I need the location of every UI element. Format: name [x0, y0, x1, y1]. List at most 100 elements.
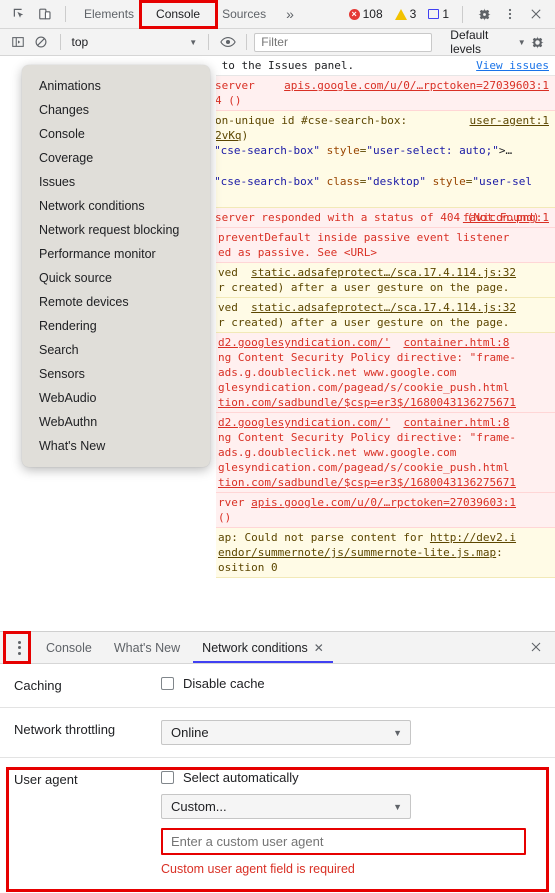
- select-automatically-label: Select automatically: [183, 770, 299, 785]
- message-count: 1: [442, 7, 449, 21]
- menu-item-network-request-blocking[interactable]: Network request blocking: [22, 218, 210, 242]
- tab-console[interactable]: Console: [145, 0, 211, 28]
- close-icon[interactable]: ✕: [314, 641, 324, 655]
- devtools-main-toolbar: Elements Console Sources » × 108 3 1: [0, 0, 555, 29]
- menu-item-whats-new[interactable]: What's New: [22, 434, 210, 458]
- user-agent-select[interactable]: Custom... ▼: [161, 794, 411, 819]
- console-row-source[interactable]: container.html:8: [403, 336, 509, 349]
- user-agent-select-value: Custom...: [171, 799, 227, 814]
- filter-divider-3: [246, 34, 248, 50]
- console-row-source[interactable]: apis.google.com/u/0/…rpctoken=27039603:1: [284, 78, 549, 108]
- disable-cache-checkbox[interactable]: [161, 677, 174, 690]
- console-row-line-2: endor/summernote/js/summernote-lite.js.m…: [218, 546, 503, 559]
- tab-console-label: Console: [156, 7, 201, 21]
- console-row-source[interactable]: static.adsafeprotect…/sca.17.4.114.js:32: [251, 266, 516, 279]
- console-sidebar-icon[interactable]: [6, 30, 29, 54]
- menu-item-console[interactable]: Console: [22, 122, 210, 146]
- inspect-cursor-icon[interactable]: [6, 2, 32, 26]
- filter-input[interactable]: [254, 32, 433, 52]
- tab-elements-label: Elements: [84, 7, 135, 21]
- menu-item-issues[interactable]: Issues: [22, 170, 210, 194]
- console-row-source[interactable]: favicon.png:1: [463, 210, 549, 225]
- error-counter[interactable]: × 108: [345, 6, 388, 22]
- menu-item-quick-source[interactable]: Quick source: [22, 266, 210, 290]
- network-throttling-value: Online: [171, 725, 209, 740]
- console-row-line-5: tion.com/sadbundle/$csp=er3$/16800431362…: [218, 476, 517, 489]
- menu-item-remote-devices[interactable]: Remote devices: [22, 290, 210, 314]
- error-icon: ×: [348, 8, 360, 20]
- menu-item-changes[interactable]: Changes: [22, 98, 210, 122]
- chevron-down-icon: ▼: [393, 801, 402, 812]
- menu-item-sensors[interactable]: Sensors: [22, 362, 210, 386]
- menu-item-webaudio[interactable]: WebAudio: [22, 386, 210, 410]
- console-row-line-4: glesyndication.com/pagead/s/cookie_push.…: [218, 461, 510, 474]
- console-row-line-2: ng Content Security Policy directive: "f…: [218, 431, 517, 444]
- more-tabs-label: »: [286, 6, 294, 22]
- console-row-line-3: ads.g.doubleclick.net www.google.com: [218, 446, 457, 459]
- caching-row: Caching Disable cache: [0, 664, 555, 708]
- gear-icon[interactable]: [471, 2, 497, 26]
- menu-item-coverage[interactable]: Coverage: [22, 146, 210, 170]
- select-automatically-control[interactable]: Select automatically: [161, 770, 555, 785]
- console-row-line: ved static.adsafeprotect…/sca.17.4.114.j…: [218, 266, 517, 279]
- menu-item-search[interactable]: Search: [22, 338, 210, 362]
- device-toolbar-icon[interactable]: [32, 2, 58, 26]
- tab-sources[interactable]: Sources: [211, 0, 277, 28]
- issue-counters: × 108 3 1: [345, 6, 454, 22]
- console-row-line-5: tion.com/sadbundle/$csp=er3$/16800431362…: [218, 396, 517, 409]
- more-tabs-button[interactable]: »: [277, 0, 303, 28]
- custom-user-agent-input[interactable]: [161, 828, 526, 855]
- drawer-tab-console[interactable]: Console: [35, 632, 103, 663]
- message-icon: [428, 9, 440, 19]
- console-row-text: preventDefault inside passive event list…: [218, 231, 510, 244]
- toolbar-divider: [65, 6, 66, 22]
- console-row-line: d2.googlesyndication.com/' container.htm…: [218, 336, 510, 349]
- execution-context-selector[interactable]: top ▼: [68, 35, 202, 49]
- console-message-list[interactable]: Some messages have been moved to the Iss…: [0, 56, 555, 631]
- drawer-tab-whats-new[interactable]: What's New: [103, 632, 191, 663]
- menu-item-rendering[interactable]: Rendering: [22, 314, 210, 338]
- more-tools-icon[interactable]: [8, 635, 30, 661]
- message-counter[interactable]: 1: [425, 6, 454, 22]
- console-row-source[interactable]: static.adsafeprotect…/sca.17.4.114.js:32: [251, 301, 516, 314]
- more-options-icon[interactable]: [497, 2, 523, 26]
- menu-item-network-conditions[interactable]: Network conditions: [22, 194, 210, 218]
- console-row-source[interactable]: apis.google.com/u/0/…rpctoken=27039603:1: [251, 496, 516, 509]
- console-row-source[interactable]: user-agent:1: [470, 113, 549, 128]
- menu-item-performance-monitor[interactable]: Performance monitor: [22, 242, 210, 266]
- error-count: 108: [362, 7, 383, 21]
- network-conditions-panel: Caching Disable cache Network throttling…: [0, 664, 555, 893]
- source-map-link[interactable]: http://dev2.i: [430, 531, 516, 544]
- select-automatically-checkbox[interactable]: [161, 771, 174, 784]
- custom-user-agent-error: Custom user agent field is required: [161, 862, 355, 876]
- drawer-tab-bar: Console What's New Network conditions ✕: [0, 632, 555, 664]
- console-row-line: d2.googlesyndication.com/' container.htm…: [218, 416, 510, 429]
- network-throttling-select[interactable]: Online ▼: [161, 720, 411, 745]
- live-expression-icon[interactable]: [216, 30, 239, 54]
- network-throttling-row: Network throttling Online ▼: [0, 708, 555, 758]
- drawer-close-icon[interactable]: [529, 640, 543, 657]
- console-row-line: ved static.adsafeprotect…/sca.17.4.114.j…: [218, 301, 517, 314]
- menu-item-animations[interactable]: Animations: [22, 74, 210, 98]
- tab-sources-label: Sources: [222, 7, 267, 21]
- chevron-down-icon: ▼: [393, 727, 402, 738]
- console-row-line-2: (): [218, 511, 232, 524]
- clear-console-icon[interactable]: [29, 30, 52, 54]
- disable-cache-control[interactable]: Disable cache: [161, 676, 555, 691]
- console-row-source[interactable]: container.html:8: [403, 416, 509, 429]
- chevron-down-icon: ▼: [189, 37, 198, 47]
- drawer-tab-network-conditions[interactable]: Network conditions ✕: [191, 632, 335, 663]
- devtools-window: Elements Console Sources » × 108 3 1 top…: [0, 0, 555, 893]
- menu-item-webauthn[interactable]: WebAuthn: [22, 410, 210, 434]
- tab-elements[interactable]: Elements: [73, 0, 145, 28]
- warning-icon: [394, 8, 407, 20]
- console-settings-icon[interactable]: [526, 30, 549, 54]
- console-row-line-3: ads.g.doubleclick.net www.google.com: [218, 366, 457, 379]
- console-row-line-4: glesyndication.com/pagead/s/cookie_push.…: [218, 381, 510, 394]
- console-row-text-2: r created) after a user gesture on the p…: [218, 281, 510, 294]
- view-issues-link[interactable]: View issues: [476, 58, 549, 73]
- close-icon[interactable]: [523, 2, 549, 26]
- warning-counter[interactable]: 3: [391, 6, 422, 22]
- user-agent-row: User agent Select automatically Custom..…: [0, 758, 555, 888]
- log-levels-selector[interactable]: Default levels ▼: [450, 28, 525, 56]
